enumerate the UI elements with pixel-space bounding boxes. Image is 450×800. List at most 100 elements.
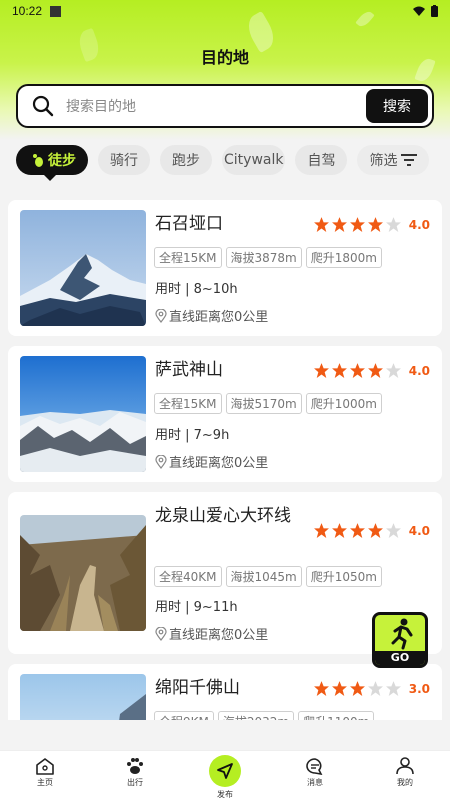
status-bar: 10:22 bbox=[0, 0, 450, 22]
destination-tags: 全程15KM 海拔5170m 爬升1000m bbox=[154, 393, 382, 414]
footprint-icon bbox=[33, 154, 43, 167]
tab-publish[interactable]: 发布 bbox=[180, 751, 270, 800]
distance-row: 直线距离您0公里 bbox=[155, 452, 268, 471]
duration-text: 用时 | 7~9h bbox=[155, 428, 230, 443]
duration-text: 用时 | 9~11h bbox=[155, 600, 238, 615]
star-filled-icon bbox=[349, 363, 365, 378]
distance-tag: 全程40KM bbox=[154, 566, 222, 587]
destination-name: 萨武神山 bbox=[155, 360, 223, 380]
tab-label: 发布 bbox=[217, 790, 233, 799]
star-empty-icon bbox=[385, 217, 401, 232]
runner-icon bbox=[391, 618, 413, 650]
search-icon bbox=[32, 95, 54, 117]
tab-messages[interactable]: 消息 bbox=[270, 751, 360, 800]
destination-tags: 全程15KM 海拔3878m 爬升1800m bbox=[154, 247, 382, 268]
destination-thumbnail bbox=[20, 356, 146, 472]
star-empty-icon bbox=[385, 681, 401, 696]
wifi-icon bbox=[413, 6, 425, 16]
tab-home[interactable]: 主页 bbox=[0, 751, 90, 800]
filter-label: 筛选 bbox=[369, 153, 398, 169]
filter-button[interactable]: 筛选 bbox=[357, 145, 430, 175]
chip-cycling[interactable]: 骑行 bbox=[98, 145, 150, 175]
chip-running[interactable]: 跑步 bbox=[160, 145, 212, 175]
go-label: GO bbox=[375, 651, 425, 665]
destination-name: 绵阳千佛山 bbox=[155, 678, 240, 698]
distance-row: 直线距离您0公里 bbox=[155, 624, 268, 643]
star-filled-icon bbox=[331, 681, 347, 696]
search-bar: 搜索目的地 搜索 bbox=[16, 84, 434, 128]
destination-thumbnail bbox=[20, 674, 146, 720]
paw-icon bbox=[127, 758, 143, 774]
star-empty-icon bbox=[385, 523, 401, 538]
rating-stars: 4.0 bbox=[313, 522, 430, 539]
chip-citywalk[interactable]: Citywalk bbox=[222, 145, 286, 175]
straight-distance: 直线距离您0公里 bbox=[169, 310, 269, 325]
search-input[interactable]: 搜索目的地 bbox=[66, 96, 366, 116]
tab-label: 消息 bbox=[307, 778, 323, 787]
straight-distance: 直线距离您0公里 bbox=[169, 628, 269, 643]
destination-card[interactable]: 石召垭口 4.0 全程15KM 海拔3878m 爬升1800m 用时 | 8~1… bbox=[8, 200, 442, 336]
message-icon bbox=[306, 758, 323, 775]
climb-tag: 爬升1800m bbox=[305, 247, 382, 268]
rating-stars: 3.0 bbox=[313, 680, 430, 697]
location-pin-icon bbox=[155, 454, 167, 469]
location-pin-icon bbox=[155, 626, 167, 641]
distance-row: 直线距离您0公里 bbox=[155, 306, 268, 325]
star-filled-icon bbox=[349, 523, 365, 538]
search-button[interactable]: 搜索 bbox=[366, 89, 428, 123]
climb-tag: 爬升1050m bbox=[305, 566, 382, 587]
tab-label: 我的 bbox=[397, 778, 413, 787]
rating-stars: 4.0 bbox=[313, 362, 430, 379]
distance-tag: 全程15KM bbox=[154, 393, 222, 414]
star-empty-icon bbox=[385, 363, 401, 378]
star-filled-icon bbox=[367, 217, 383, 232]
destination-thumbnail bbox=[20, 515, 146, 631]
chip-label: 徒步 bbox=[48, 153, 76, 169]
star-filled-icon bbox=[349, 217, 365, 232]
tab-label: 主页 bbox=[37, 778, 53, 787]
star-filled-icon bbox=[349, 681, 365, 696]
person-icon bbox=[396, 757, 414, 775]
destination-tags: 全程40KM 海拔1045m 爬升1050m bbox=[154, 566, 382, 587]
rating-stars: 4.0 bbox=[313, 216, 430, 233]
tab-profile[interactable]: 我的 bbox=[360, 751, 450, 800]
destination-card[interactable]: 绵阳千佛山 3.0 全程9KM 海拔2032m 爬升1100m bbox=[8, 664, 442, 720]
altitude-tag: 海拔1045m bbox=[225, 566, 302, 587]
star-filled-icon bbox=[331, 363, 347, 378]
distance-tag: 全程15KM bbox=[154, 247, 222, 268]
notification-icon bbox=[50, 5, 62, 17]
star-filled-icon bbox=[313, 217, 329, 232]
send-icon bbox=[217, 763, 233, 779]
go-button[interactable]: GO bbox=[372, 612, 428, 668]
publish-button bbox=[209, 755, 241, 787]
bottom-tab-bar: 主页 出行 发布 消息 我的 bbox=[0, 750, 450, 800]
rating-value: 3.0 bbox=[408, 681, 430, 696]
destination-name: 龙泉山爱心大环线 bbox=[155, 506, 291, 526]
destination-card[interactable]: 萨武神山 4.0 全程15KM 海拔5170m 爬升1000m 用时 | 7~9… bbox=[8, 346, 442, 482]
straight-distance: 直线距离您0公里 bbox=[169, 456, 269, 471]
star-filled-icon bbox=[313, 681, 329, 696]
rating-value: 4.0 bbox=[408, 217, 430, 232]
tab-travel[interactable]: 出行 bbox=[90, 751, 180, 800]
location-pin-icon bbox=[155, 308, 167, 323]
destination-thumbnail bbox=[20, 210, 146, 326]
star-filled-icon bbox=[367, 363, 383, 378]
star-empty-icon bbox=[367, 681, 383, 696]
destination-tags: 全程9KM 海拔2032m 爬升1100m bbox=[154, 711, 375, 720]
chip-driving[interactable]: 自驾 bbox=[295, 145, 348, 175]
altitude-tag: 海拔5170m bbox=[225, 393, 302, 414]
star-filled-icon bbox=[313, 523, 329, 538]
battery-icon bbox=[431, 5, 438, 17]
rating-value: 4.0 bbox=[408, 363, 430, 378]
tab-label: 出行 bbox=[127, 778, 143, 787]
star-filled-icon bbox=[331, 523, 347, 538]
chip-hiking[interactable]: 徒步 bbox=[16, 145, 88, 181]
category-chips: 徒步 骑行 跑步 Citywalk 自驾 筛选 bbox=[16, 144, 436, 181]
rating-value: 4.0 bbox=[408, 523, 430, 538]
star-filled-icon bbox=[313, 363, 329, 378]
star-filled-icon bbox=[367, 523, 383, 538]
filter-icon bbox=[401, 154, 418, 166]
altitude-tag: 海拔3878m bbox=[225, 247, 302, 268]
altitude-tag: 海拔2032m bbox=[217, 711, 295, 720]
climb-tag: 爬升1000m bbox=[305, 393, 382, 414]
